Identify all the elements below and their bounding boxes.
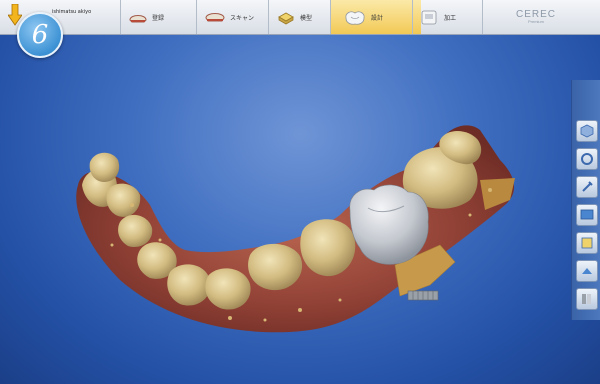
divider — [268, 0, 269, 34]
tooth — [89, 152, 120, 182]
step-label: 設計 — [371, 14, 384, 22]
jaw-scan-3d-model[interactable] — [0, 0, 600, 384]
step-label: 模型 — [300, 14, 313, 22]
analysis-icon[interactable] — [576, 232, 598, 254]
patient-name: ishimatsu akiyo — [52, 9, 92, 15]
divider — [196, 0, 197, 34]
rotate-icon[interactable] — [576, 148, 598, 170]
cerec-logo: CEREC Premium — [516, 9, 556, 24]
model-icon — [278, 12, 294, 25]
implant-screw — [407, 290, 439, 301]
settings-icon[interactable] — [576, 260, 598, 282]
top-toolbar: ishimatsu akiyo 登録 スキャン 模型 設計 加工 CEREC P… — [0, 0, 600, 35]
step-counter-number: 6 — [31, 20, 49, 50]
step-milling[interactable]: 加工 — [414, 0, 484, 34]
step-registration[interactable]: 登録 — [122, 0, 198, 34]
scan-icon — [205, 13, 225, 22]
tools-icon[interactable] — [576, 176, 598, 198]
milling-icon — [421, 10, 437, 25]
cerec-design-view: ishimatsu akiyo 登録 スキャン 模型 設計 加工 CEREC P… — [0, 0, 600, 384]
step-model[interactable]: 模型 — [270, 0, 334, 34]
step-label: 登録 — [152, 14, 165, 22]
registration-icon — [129, 15, 147, 23]
display-icon[interactable] — [576, 204, 598, 226]
design-icon — [345, 11, 365, 25]
library-icon[interactable] — [576, 288, 598, 310]
step-design[interactable]: 設計 — [331, 0, 421, 34]
step-counter-badge: 6 — [17, 12, 63, 58]
step-label: 加工 — [444, 14, 457, 22]
divider — [120, 0, 121, 34]
divider — [412, 0, 413, 34]
step-label: スキャン — [230, 14, 255, 22]
cube-view-icon[interactable] — [576, 120, 598, 142]
right-tool-palette — [571, 80, 600, 320]
tooth — [167, 264, 211, 306]
step-scan[interactable]: スキャン — [198, 0, 270, 34]
divider — [482, 0, 483, 34]
